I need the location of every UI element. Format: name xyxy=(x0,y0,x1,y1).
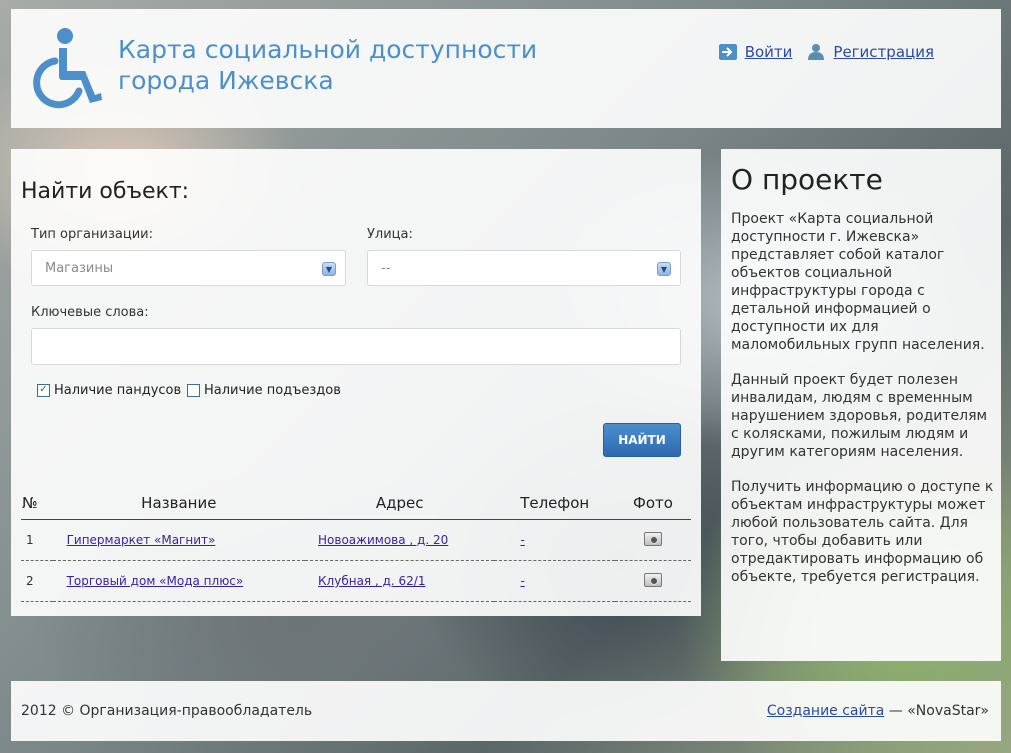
user-icon xyxy=(808,44,825,60)
about-paragraph-2: Данный проект будет полезен инвалидам, л… xyxy=(731,372,988,460)
search-title: Найти объект: xyxy=(21,179,190,204)
org-type-select[interactable]: Магазины ▼ xyxy=(31,250,346,286)
search-button[interactable]: НАЙТИ xyxy=(603,423,681,457)
table-row: 2 Торговый дом «Мода плюс» Клубная , д. … xyxy=(21,560,691,602)
org-type-value: Магазины xyxy=(45,261,114,276)
login-link[interactable]: Войти xyxy=(745,43,793,61)
photo-icon[interactable] xyxy=(643,572,662,587)
about-panel: О проекте Проект «Карта социальной досту… xyxy=(721,149,1001,661)
credit-link[interactable]: Создание сайта xyxy=(767,703,884,719)
chevron-down-icon: ▼ xyxy=(657,262,671,276)
site-header: Карта социальной доступности города Ижев… xyxy=(11,9,1001,128)
entrances-checkbox-label: Наличие подъездов xyxy=(204,383,341,398)
site-title[interactable]: Карта социальной доступности города Ижев… xyxy=(118,34,537,96)
col-photo: Фото xyxy=(614,487,691,520)
chevron-down-icon: ▼ xyxy=(322,262,336,276)
object-address-link[interactable]: Клубная , д. 62/1 xyxy=(318,574,425,588)
auth-links: Войти Регистрация xyxy=(718,43,934,61)
about-title: О проекте xyxy=(731,163,883,196)
entrances-checkbox-box[interactable] xyxy=(187,384,200,397)
site-title-line1: Карта социальной доступности xyxy=(118,35,538,64)
site-title-line2: города Ижевска xyxy=(118,66,334,95)
results-table: № Название Адрес Телефон Фото 1 Гипермар… xyxy=(21,487,691,602)
col-name: Название xyxy=(52,487,306,520)
ramps-checkbox[interactable]: ✓ Наличие пандусов xyxy=(37,383,181,398)
org-type-label: Тип организации: xyxy=(31,227,153,242)
table-row: 1 Гипермаркет «Магнит» Новоажимова , д. … xyxy=(21,519,691,561)
about-paragraph-3: Получить информацию о доступе к объектам… xyxy=(731,479,994,585)
ramps-checkbox-box[interactable]: ✓ xyxy=(37,384,50,397)
about-paragraph-1: Проект «Карта социальной доступности г. … xyxy=(731,211,985,353)
copyright-text: 2012 © Организация-правообладатель xyxy=(21,703,313,719)
object-address-link[interactable]: Новоажимова , д. 20 xyxy=(318,533,448,547)
login-icon xyxy=(718,44,737,60)
site-footer: 2012 © Организация-правообладатель Созда… xyxy=(11,681,1001,741)
col-number: № xyxy=(21,487,53,520)
entrances-checkbox[interactable]: Наличие подъездов xyxy=(187,383,341,398)
results-header-row: № Название Адрес Телефон Фото xyxy=(21,487,691,520)
col-phone: Телефон xyxy=(494,487,615,520)
keywords-label: Ключевые слова: xyxy=(31,305,149,320)
object-name-link[interactable]: Гипермаркет «Магнит» xyxy=(67,533,216,547)
search-panel: Найти объект: Тип организации: Магазины … xyxy=(11,149,701,616)
street-select[interactable]: -- ▼ xyxy=(367,250,681,286)
row-number: 1 xyxy=(21,519,53,561)
ramps-checkbox-label: Наличие пандусов xyxy=(54,383,182,398)
street-value: -- xyxy=(381,261,391,276)
col-address: Адрес xyxy=(305,487,495,520)
street-label: Улица: xyxy=(367,227,413,242)
object-name-link[interactable]: Торговый дом «Мода плюс» xyxy=(67,574,244,588)
register-link[interactable]: Регистрация xyxy=(833,43,934,61)
about-text: Проект «Карта социальной доступности г. … xyxy=(731,210,996,603)
row-number: 2 xyxy=(21,560,53,602)
photo-icon[interactable] xyxy=(643,531,662,546)
credit: Создание сайта — «NovaStar» xyxy=(767,703,989,719)
keywords-input[interactable] xyxy=(31,328,681,365)
credit-suffix: — «NovaStar» xyxy=(884,703,989,719)
object-phone-link[interactable]: - xyxy=(520,574,524,588)
wheelchair-icon[interactable] xyxy=(29,27,103,109)
object-phone-link[interactable]: - xyxy=(520,533,524,547)
